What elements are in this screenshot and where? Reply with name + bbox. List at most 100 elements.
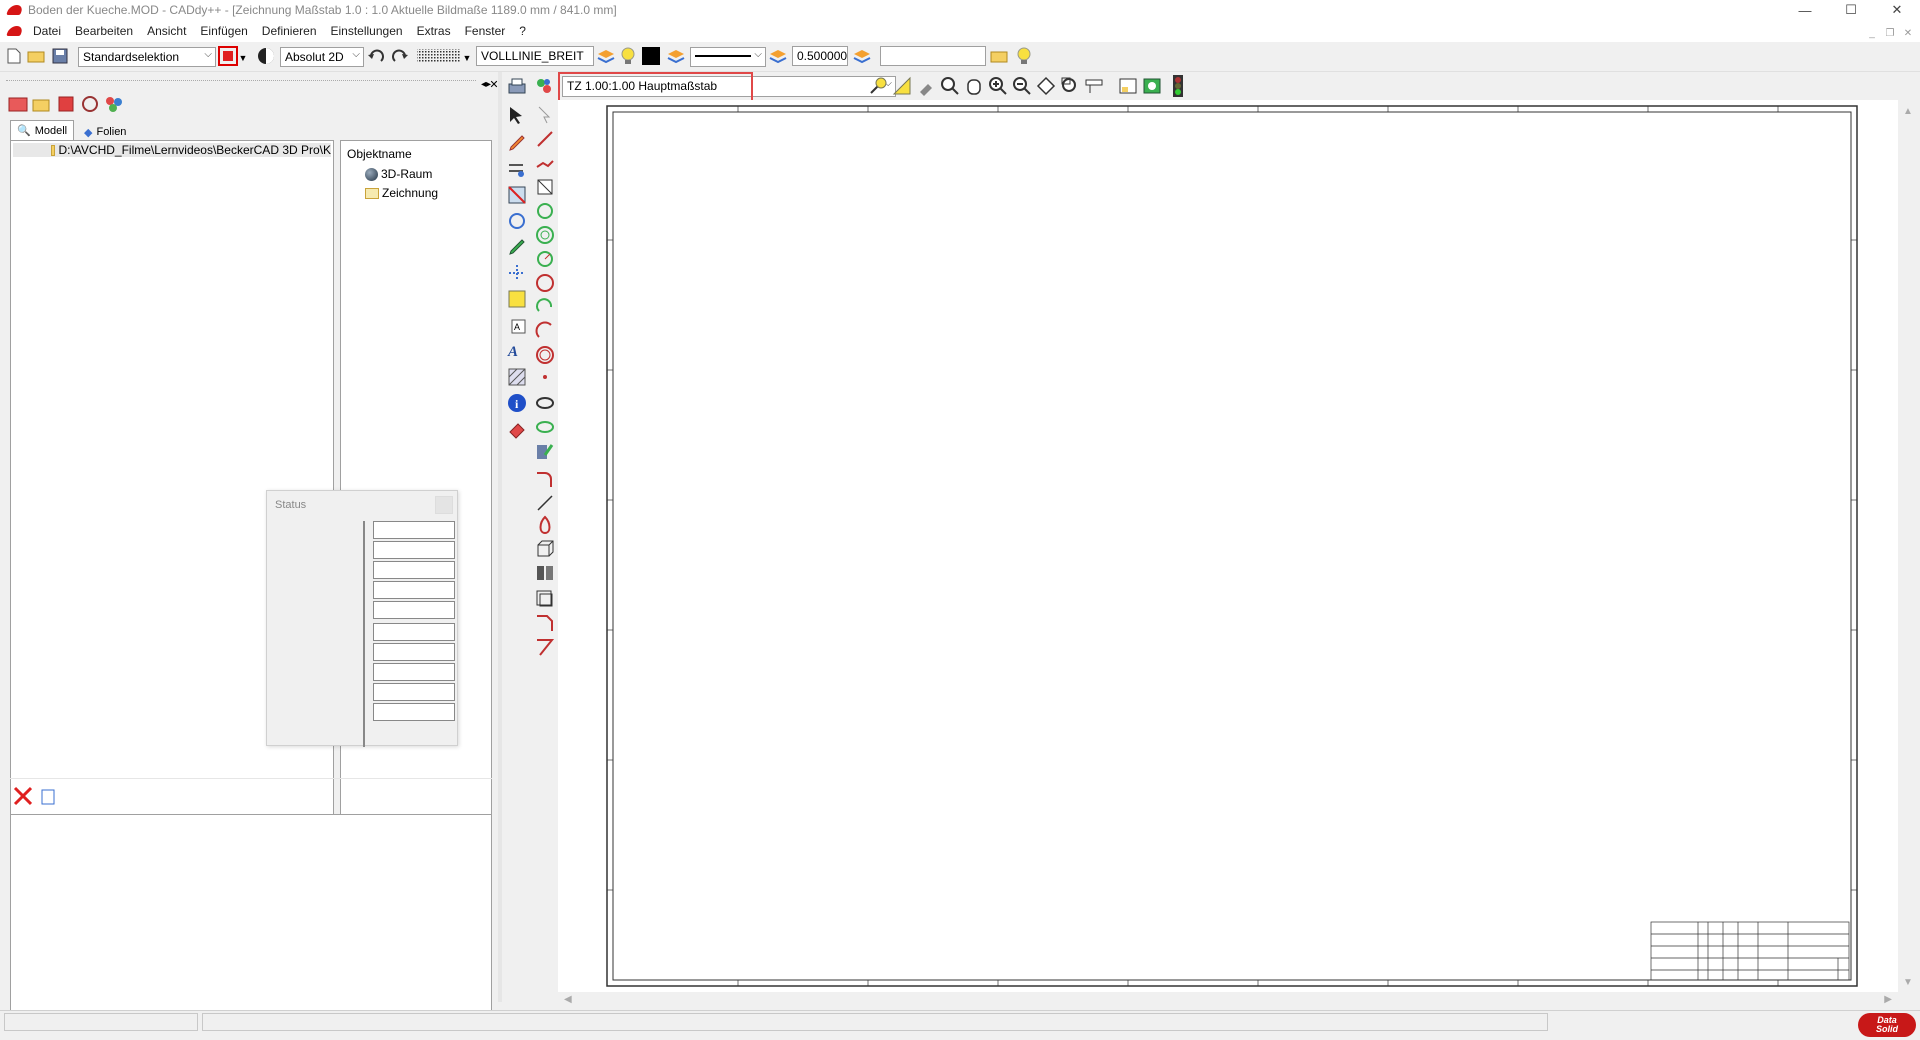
rotate-icon[interactable] [506,210,528,232]
coordinate-icon[interactable] [256,46,276,66]
text-tool-icon[interactable]: A [506,340,528,362]
close-button[interactable]: ✕ [1874,0,1920,20]
line-style-select[interactable]: ⌵ [690,47,766,67]
ruler-icon[interactable] [1084,76,1104,96]
zoom-previous-icon[interactable] [1060,76,1080,96]
arc-green-icon[interactable] [534,296,556,318]
zoom-out-icon[interactable] [1012,76,1032,96]
offset-icon[interactable] [534,588,556,610]
undo-icon[interactable] [366,46,386,66]
layers-icon[interactable] [768,46,788,66]
object-zeichnung[interactable]: Zeichnung [365,186,438,200]
zoom-window-icon[interactable] [940,76,960,96]
rectangle-icon[interactable] [534,176,556,198]
eraser-icon[interactable] [506,418,528,440]
ellipse-green-icon[interactable] [534,416,556,438]
pointer-light-icon[interactable] [534,104,556,126]
model-tree-icon[interactable] [8,94,28,114]
lightbulb-icon[interactable] [618,46,638,66]
search-object-icon[interactable] [80,94,100,114]
minimize-button[interactable]: — [1782,0,1828,20]
hatch-icon[interactable] [506,366,528,388]
mdi-minimize-icon[interactable]: _ [1864,26,1880,40]
select-arrow-icon[interactable] [506,104,528,126]
ring-icon[interactable] [534,344,556,366]
object-3d-raum[interactable]: 3D-Raum [365,167,432,181]
zoom-in-icon[interactable] [988,76,1008,96]
menu-help[interactable]: ? [512,24,533,38]
menu-definieren[interactable]: Definieren [255,24,324,38]
color-picker-icon[interactable] [534,76,554,96]
new-folder-icon[interactable] [32,94,52,114]
edit-block-icon[interactable] [534,440,556,462]
fillet-icon[interactable] [534,468,556,490]
select-yellow-icon[interactable] [506,288,528,310]
circle-double-icon[interactable] [534,224,556,246]
tree-root-row[interactable]: D:\AVCHD_Filme\Lernvideos\BeckerCAD 3D P… [13,143,331,157]
selection-mode-select[interactable]: Standardselektion ⌵ [78,47,216,67]
clipboard-icon[interactable] [38,786,58,806]
maximize-button[interactable]: ☐ [1828,0,1874,20]
circle-icon[interactable] [534,272,556,294]
modify-icon[interactable] [506,158,528,180]
scroll-down-icon[interactable]: ▼ [1903,977,1913,988]
info-icon[interactable]: i [506,392,528,414]
scroll-right-icon[interactable]: ▶ [1884,994,1892,1005]
menu-einstellungen[interactable]: Einstellungen [324,24,410,38]
green-pencil-icon[interactable] [506,236,528,258]
circle-tangent-icon[interactable] [534,248,556,270]
mdi-restore-icon[interactable]: ❐ [1882,26,1898,40]
layers-icon[interactable] [852,46,872,66]
box-3d-icon[interactable] [534,538,556,560]
layer-name-field[interactable] [880,46,986,66]
circle-center-icon[interactable] [534,200,556,222]
line-icon[interactable] [534,128,556,150]
scroll-left-icon[interactable]: ◀ [564,994,572,1005]
traffic-light-icon[interactable] [1168,75,1188,97]
mdi-close-icon[interactable]: ✕ [1900,26,1916,40]
layers-icon[interactable] [666,46,686,66]
lightbulb-icon[interactable] [1014,46,1034,66]
redo-icon[interactable] [390,46,410,66]
menu-einfuegen[interactable]: Einfügen [193,24,254,38]
select-color-icon[interactable] [218,46,238,66]
arc-icon[interactable] [534,320,556,342]
polyline-icon[interactable] [534,152,556,174]
book-icon[interactable] [534,562,556,584]
new-file-icon[interactable] [4,46,24,66]
open-folder-icon[interactable] [26,46,46,66]
menu-datei[interactable]: Datei [26,24,68,38]
trim-icon[interactable] [534,636,556,658]
menu-ansicht[interactable]: Ansicht [140,24,193,38]
tab-modell[interactable]: 🔍 Modell [10,120,75,140]
refresh-icon[interactable] [1142,76,1162,96]
tool-icon[interactable] [916,76,936,96]
line-type-field[interactable]: VOLLLINIE_BREIT [476,46,594,66]
grid-icon[interactable] [416,46,462,66]
splitter[interactable] [498,72,502,1002]
menu-bearbeiten[interactable]: Bearbeiten [68,24,140,38]
measure-icon[interactable] [892,76,912,96]
transform-icon[interactable] [506,184,528,206]
layer-folder-icon[interactable] [990,46,1010,66]
menu-fenster[interactable]: Fenster [458,24,513,38]
save-icon[interactable] [50,46,70,66]
properties-icon[interactable] [104,94,124,114]
point-icon[interactable] [534,366,556,388]
delete-cross-icon[interactable] [12,786,32,806]
print-icon[interactable] [506,76,528,98]
drawing-canvas[interactable] [558,100,1898,992]
pan-hand-icon[interactable] [964,76,984,96]
zoom-all-icon[interactable] [1036,76,1056,96]
canvas-v-scrollbar[interactable]: ▲ ▼ [1900,100,1916,992]
chamfer-icon[interactable] [534,612,556,634]
dropdown-arrow-icon[interactable]: ▼ [462,48,472,68]
text-edit-icon[interactable]: A [506,314,528,336]
pencil-icon[interactable] [506,132,528,154]
dimension-icon[interactable] [506,262,528,284]
current-color-swatch[interactable] [642,47,660,65]
diagonal-line-icon[interactable] [534,492,556,514]
dropdown-arrow-icon[interactable]: ▼ [238,48,248,68]
menu-extras[interactable]: Extras [410,24,458,38]
coord-mode-select[interactable]: Absolut 2D ⌵ [280,47,364,67]
